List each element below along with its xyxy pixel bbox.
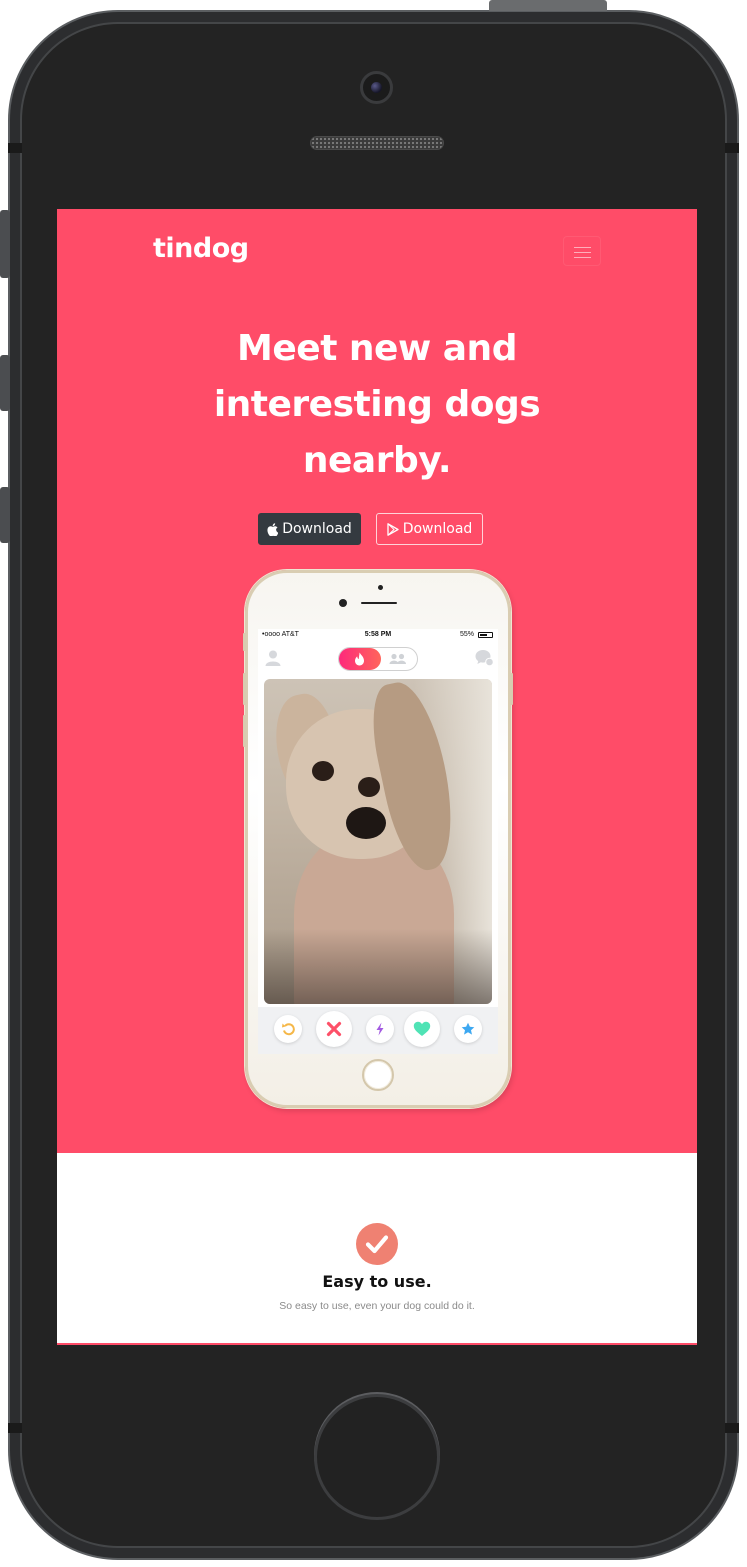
nope-button	[316, 1011, 352, 1047]
mockup-home-button	[362, 1059, 394, 1091]
headline-line: interesting dogs	[213, 384, 541, 425]
card-shade	[264, 929, 492, 1004]
flame-icon	[355, 652, 364, 666]
hamburger-icon	[574, 247, 591, 248]
device-screen: tindog Meet new and interesting dogs nea…	[57, 209, 697, 1345]
hero-section: tindog Meet new and interesting dogs nea…	[57, 209, 697, 1153]
navbar-toggler-button[interactable]	[563, 236, 601, 266]
device-home-button	[314, 1394, 440, 1520]
group-icon	[389, 653, 406, 664]
mockup-camera	[339, 599, 347, 607]
boost-button	[366, 1015, 394, 1043]
earpiece-speaker	[310, 136, 444, 150]
check-circle-icon	[365, 1235, 389, 1254]
mockup-sensor	[378, 585, 383, 590]
feature-description: So easy to use, even your dog could do i…	[279, 1300, 475, 1312]
download-label: Download	[402, 521, 473, 537]
antenna-band	[8, 143, 22, 153]
dog-profile-card	[264, 679, 492, 1004]
mockup-screen: •oooo AT&T 5:58 PM 55%	[258, 629, 498, 1054]
mockup-side-button	[243, 633, 246, 651]
antenna-band	[725, 143, 739, 153]
volume-down-button	[0, 487, 10, 543]
power-button	[489, 0, 607, 11]
feature-title: Easy to use.	[322, 1272, 432, 1291]
navbar-brand[interactable]: tindog	[153, 233, 249, 264]
battery-percent: 55%	[459, 631, 474, 638]
rewind-icon	[282, 1023, 295, 1036]
antenna-band	[725, 1423, 739, 1433]
hamburger-icon-bar	[574, 252, 591, 253]
like-button	[404, 1011, 440, 1047]
mockup-side-button	[243, 715, 246, 747]
headline-line: Meet new and	[237, 328, 517, 369]
google-play-download-button[interactable]: Download	[376, 513, 483, 545]
status-bar: •oooo AT&T 5:58 PM 55%	[258, 629, 498, 641]
google-play-icon	[387, 522, 399, 536]
dog-eye	[312, 761, 334, 781]
front-camera	[360, 71, 393, 104]
hero-headline: Meet new and interesting dogs nearby.	[177, 321, 577, 489]
super-like-button	[454, 1015, 482, 1043]
profile-icon	[265, 650, 281, 666]
nope-icon	[326, 1021, 342, 1037]
like-icon	[413, 1021, 431, 1036]
rewind-button	[274, 1015, 302, 1043]
swipe-actions-bar	[258, 1007, 498, 1054]
headline-line: nearby.	[302, 440, 452, 481]
apple-icon	[267, 522, 279, 536]
super-like-icon	[461, 1022, 475, 1035]
discovery-toggle	[338, 647, 418, 671]
volume-up-button	[0, 355, 10, 411]
app-header	[258, 643, 498, 675]
battery-icon	[478, 632, 493, 638]
toggle-active	[339, 648, 381, 670]
chat-icon	[475, 650, 494, 667]
dog-nose	[346, 807, 386, 839]
boost-icon	[376, 1022, 384, 1036]
iphone-mockup-image: •oooo AT&T 5:58 PM 55%	[243, 570, 513, 1108]
app-store-download-button[interactable]: Download	[258, 513, 361, 545]
mute-switch	[0, 210, 10, 278]
download-label: Download	[282, 521, 352, 537]
mockup-side-button	[243, 673, 246, 705]
hamburger-icon-bar	[574, 257, 591, 258]
dog-eye	[358, 777, 380, 797]
mockup-side-button	[510, 673, 513, 705]
mockup-speaker	[361, 602, 397, 604]
antenna-band	[8, 1423, 22, 1433]
section-divider	[57, 1343, 697, 1345]
feature-icon-badge	[356, 1223, 398, 1265]
